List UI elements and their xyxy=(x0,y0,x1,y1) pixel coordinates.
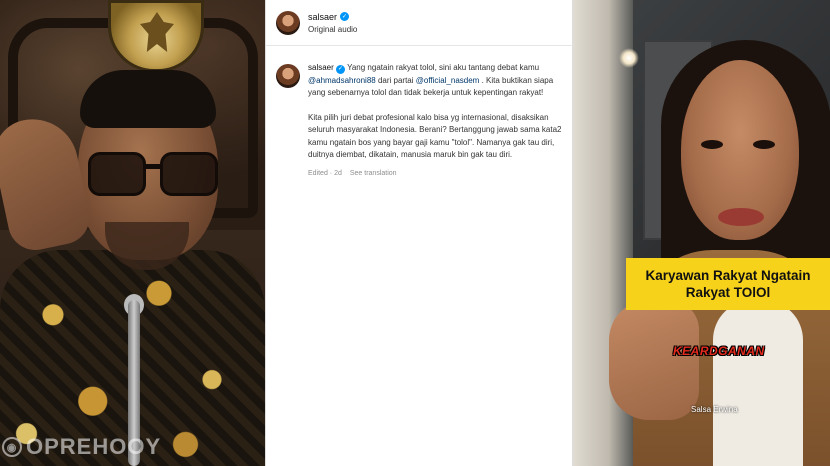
see-translation-link[interactable]: See translation xyxy=(350,168,397,181)
mention-link[interactable]: @official_nasdem xyxy=(416,76,480,85)
audio-label[interactable]: Original audio xyxy=(308,25,357,34)
speaker-photo: ◉ OPREHOOY xyxy=(0,0,265,466)
avatar[interactable] xyxy=(276,10,300,35)
caption-paragraph-2: Kita pilih juri debat profesional kalo b… xyxy=(308,112,562,160)
caption-paragraph-1: salsaer ✓ Yang ngatain rakyat tolol, sin… xyxy=(308,62,568,100)
ceiling-lamp xyxy=(619,48,639,68)
caption-avatar[interactable] xyxy=(276,64,300,88)
post-header: salsaer ✓ Original audio xyxy=(266,0,574,46)
caption-text-2: dari partai xyxy=(377,75,414,85)
woman-right-eye xyxy=(753,140,775,149)
username[interactable]: salsaer xyxy=(308,12,337,22)
header-text: salsaer ✓ Original audio xyxy=(308,12,357,34)
verified-badge-icon: ✓ xyxy=(340,12,350,21)
username-row[interactable]: salsaer ✓ xyxy=(308,12,357,22)
left-lens xyxy=(88,152,146,196)
label-line-2: Rakyat TOlOl xyxy=(685,285,771,300)
mention-link[interactable]: @ahmadsahroni88 xyxy=(308,76,376,85)
right-lens xyxy=(160,152,218,196)
woman-left-eye xyxy=(701,140,723,149)
speaker-hair xyxy=(80,70,216,128)
video-caption-label: Karyawan Rakyat Ngatain Rakyat TOlOl xyxy=(626,258,830,310)
caption-body: salsaer ✓ Yang ngatain rakyat tolol, sin… xyxy=(308,62,568,180)
post-meta: Edited · 2d See translation xyxy=(308,168,568,181)
red-overlay-text: KEARDGANAN xyxy=(673,344,765,358)
name-tag: Salsa Erwina xyxy=(691,405,738,414)
woman-lips xyxy=(718,208,764,226)
watermark-icon: ◉ xyxy=(2,437,22,457)
watermark-text: OPREHOOY xyxy=(26,434,162,459)
instagram-post: salsaer ✓ Original audio salsaer ✓ Yang … xyxy=(265,0,574,466)
watermark: ◉ OPREHOOY xyxy=(2,430,202,464)
speaker-glasses xyxy=(88,152,222,200)
caption: salsaer ✓ Yang ngatain rakyat tolol, sin… xyxy=(276,62,568,180)
label-line-1: Karyawan Rakyat Ngatain xyxy=(645,268,811,283)
caption-verified-badge-icon: ✓ xyxy=(336,64,346,74)
edited-timestamp: Edited · 2d xyxy=(308,169,342,177)
caption-username[interactable]: salsaer xyxy=(308,63,334,72)
video-frame: Karyawan Rakyat Ngatain Rakyat TOlOl KEA… xyxy=(573,0,830,466)
woman-shirt xyxy=(713,300,803,466)
caption-text-1: Yang ngatain rakyat tolol, sini aku tant… xyxy=(347,63,540,72)
